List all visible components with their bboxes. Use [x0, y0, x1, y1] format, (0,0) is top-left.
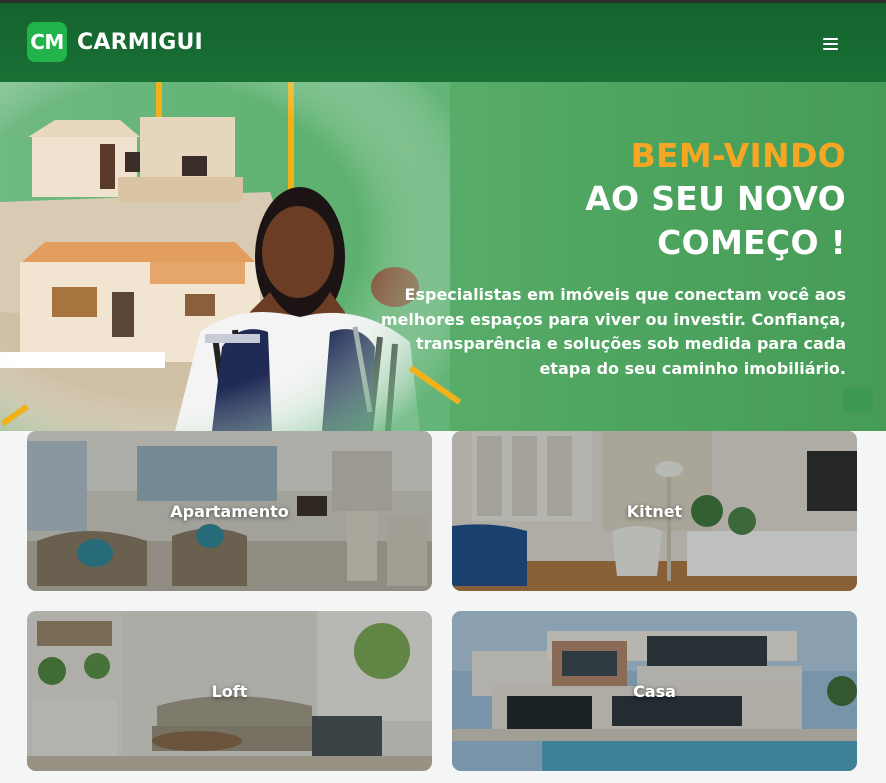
- hero-title-line3: COMEÇO !: [657, 223, 846, 262]
- site-header: CM CARMIGUI: [0, 3, 886, 82]
- hero-description: Especialistas em imóveis que conectam vo…: [380, 285, 846, 378]
- property-card-loft[interactable]: Loft: [27, 611, 432, 771]
- property-card-label: Kitnet: [626, 501, 683, 521]
- menu-button[interactable]: [815, 29, 845, 59]
- hamburger-menu-icon: [823, 38, 838, 40]
- hero-banner: BEM-VINDO AO SEU NOVO COMEÇO ! Especiali…: [0, 82, 886, 431]
- property-card-kitnet[interactable]: Kitnet: [452, 431, 857, 591]
- property-card-apartamento[interactable]: Apartamento: [27, 431, 432, 591]
- hero-corner-block: [843, 388, 873, 412]
- property-card-casa[interactable]: Casa: [452, 611, 857, 771]
- logo-badge[interactable]: CM: [27, 22, 67, 62]
- hero-title-line2: AO SEU NOVO: [585, 179, 846, 218]
- brand-name[interactable]: CARMIGUI: [77, 30, 203, 55]
- property-card-label: Casa: [633, 681, 676, 701]
- hero-title-welcome: BEM-VINDO: [630, 136, 846, 175]
- property-card-label: Loft: [211, 681, 248, 701]
- property-card-label: Apartamento: [170, 501, 289, 521]
